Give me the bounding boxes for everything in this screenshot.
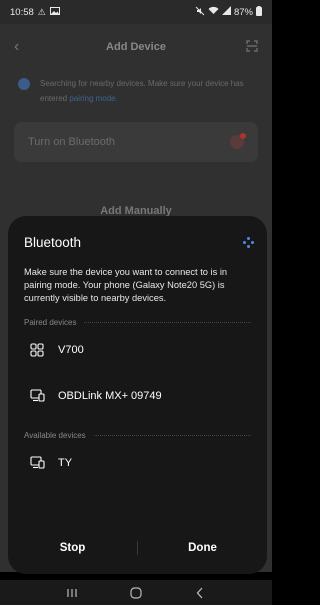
grid-device-icon [28, 341, 46, 359]
app-header: ‹ Add Device [0, 24, 272, 70]
battery-percent: 87% [233, 6, 253, 18]
battery-icon [256, 5, 262, 19]
device-name: OBDLink MX+ 09749 [58, 389, 162, 402]
home-button[interactable] [121, 584, 151, 602]
device-item-v700[interactable]: V700 [8, 327, 267, 373]
computer-device-icon [28, 387, 46, 405]
bluetooth-card-label: Turn on Bluetooth [28, 136, 116, 149]
scan-icon [238, 39, 258, 55]
recents-button[interactable] [57, 584, 87, 602]
status-time: 10:58 [10, 6, 34, 18]
device-item-obdlink[interactable]: OBDLink MX+ 09749 [8, 373, 267, 419]
spinner-icon [18, 78, 30, 90]
bluetooth-card: Turn on Bluetooth [14, 122, 258, 163]
alert-icon: ⚠ [37, 6, 46, 17]
searching-status: Searching for nearby devices. Make sure … [0, 70, 272, 106]
recents-icon [67, 588, 77, 597]
back-icon [196, 587, 203, 598]
paired-devices-header: Paired devices [24, 318, 251, 327]
available-devices-label: Available devices [24, 430, 86, 440]
navigation-bar [0, 580, 272, 605]
back-arrow-icon: ‹ [14, 38, 20, 55]
photo-icon [49, 6, 60, 18]
status-bar: 10:58 ⚠ 87% [0, 0, 272, 24]
stop-button[interactable]: Stop [8, 542, 137, 554]
bluetooth-warning-icon [230, 133, 246, 150]
device-name: TY [58, 456, 73, 469]
signal-icon [221, 6, 231, 18]
page-title: Add Device [106, 41, 166, 53]
loading-dots-icon [243, 236, 255, 249]
section-divider [93, 434, 251, 436]
device-name: V700 [58, 343, 84, 356]
done-button[interactable]: Done [138, 542, 267, 554]
home-icon [130, 586, 142, 599]
paired-devices-label: Paired devices [24, 317, 77, 327]
section-divider [84, 321, 251, 323]
sheet-actions: Stop Done [8, 522, 267, 574]
wifi-icon [208, 6, 219, 18]
available-devices-header: Available devices [24, 431, 251, 440]
pairing-mode-link: pairing mode. [69, 94, 118, 104]
back-button[interactable] [185, 584, 215, 602]
sheet-title: Bluetooth [24, 235, 82, 250]
mute-icon [195, 6, 205, 19]
device-item-ty[interactable]: TY [8, 440, 267, 486]
bluetooth-sheet: Bluetooth Make sure the device you want … [8, 216, 267, 574]
sheet-description: Make sure the device you want to connect… [24, 267, 228, 304]
computer-device-icon [28, 454, 46, 472]
